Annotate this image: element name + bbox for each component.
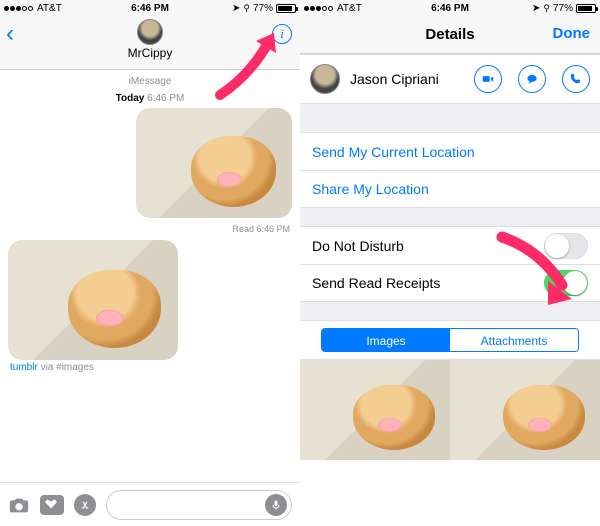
clock-label: 6:46 PM — [431, 3, 469, 14]
section-gap — [300, 208, 600, 226]
attachment-thumbnail[interactable] — [450, 360, 600, 460]
received-image-bubble[interactable] — [8, 240, 178, 360]
back-chevron-icon[interactable]: ‹ — [6, 20, 14, 48]
conversation-navbar: ‹ MrCippy i — [0, 16, 300, 70]
section-gap — [300, 104, 600, 132]
image-source-label: tumblr via #images — [10, 362, 300, 373]
attachment-thumbnails — [300, 360, 600, 526]
signal-dots-icon — [4, 6, 33, 11]
done-button[interactable]: Done — [553, 25, 591, 42]
battery-icon — [276, 4, 296, 13]
bluetooth-icon: ⚲ — [543, 3, 550, 14]
carrier-label: AT&T — [37, 3, 62, 14]
clock-label: 6:46 PM — [131, 3, 169, 14]
page-title: Details — [425, 26, 474, 43]
do-not-disturb-toggle[interactable] — [544, 233, 588, 259]
status-bar: AT&T 6:46 PM ➤ ⚲ 77% — [0, 0, 300, 16]
message-input[interactable] — [106, 490, 292, 520]
location-arrow-icon: ➤ — [532, 3, 540, 14]
timestamp-time: 6:46 PM — [144, 93, 184, 104]
call-button[interactable] — [562, 65, 590, 93]
section-gap — [300, 302, 600, 320]
details-navbar: Details Done — [300, 16, 600, 54]
facetime-video-button[interactable] — [474, 65, 502, 93]
compose-bar — [0, 482, 300, 526]
contact-avatar — [310, 64, 340, 94]
contact-avatar[interactable] — [137, 19, 163, 45]
do-not-disturb-label: Do Not Disturb — [312, 238, 404, 254]
share-my-location-button[interactable]: Share My Location — [300, 170, 600, 208]
digital-touch-icon[interactable] — [40, 495, 64, 515]
attachments-segmented-row: Images Attachments — [300, 320, 600, 360]
location-arrow-icon: ➤ — [232, 3, 240, 14]
send-read-receipts-toggle[interactable] — [544, 270, 588, 296]
attachment-thumbnail[interactable] — [300, 360, 450, 460]
details-body: Jason Cipriani Send My Current Location … — [300, 54, 600, 526]
contact-row[interactable]: Jason Cipriani — [300, 54, 600, 104]
bluetooth-icon: ⚲ — [243, 3, 250, 14]
send-read-receipts-row: Send Read Receipts — [300, 264, 600, 302]
messages-conversation-screen: AT&T 6:46 PM ➤ ⚲ 77% ‹ MrCippy i iMessag… — [0, 0, 300, 526]
battery-icon — [576, 4, 596, 13]
segmented-control: Images Attachments — [321, 328, 579, 352]
thread-type-label: iMessage — [0, 76, 300, 87]
send-read-receipts-label: Send Read Receipts — [312, 275, 440, 291]
status-bar: AT&T 6:46 PM ➤ ⚲ 77% — [300, 0, 600, 16]
messages-details-screen: AT&T 6:46 PM ➤ ⚲ 77% Details Done Jason … — [300, 0, 600, 526]
camera-icon[interactable] — [8, 494, 30, 516]
signal-dots-icon — [304, 6, 333, 11]
segment-images[interactable]: Images — [322, 329, 450, 351]
message-button[interactable] — [518, 65, 546, 93]
conversation-body: iMessage Today 6:46 PM Read 6:46 PM tumb… — [0, 70, 300, 482]
details-info-button[interactable]: i — [272, 24, 292, 44]
segment-attachments[interactable]: Attachments — [450, 329, 578, 351]
source-link[interactable]: tumblr — [10, 362, 38, 373]
battery-pct-label: 77% — [253, 3, 273, 14]
timestamp-label: Today 6:46 PM — [0, 93, 300, 104]
timestamp-day: Today — [116, 93, 145, 104]
read-receipt-label: Read 6:46 PM — [0, 224, 290, 234]
contact-full-name: Jason Cipriani — [350, 71, 458, 87]
do-not-disturb-row: Do Not Disturb — [300, 226, 600, 264]
app-store-icon[interactable] — [74, 494, 96, 516]
send-current-location-button[interactable]: Send My Current Location — [300, 132, 600, 170]
microphone-icon[interactable] — [265, 494, 287, 516]
contact-name-label: MrCippy — [128, 46, 173, 60]
sent-image-bubble[interactable] — [136, 108, 292, 218]
source-via: via #images — [38, 362, 94, 373]
carrier-label: AT&T — [337, 3, 362, 14]
battery-pct-label: 77% — [553, 3, 573, 14]
received-message — [8, 240, 178, 360]
